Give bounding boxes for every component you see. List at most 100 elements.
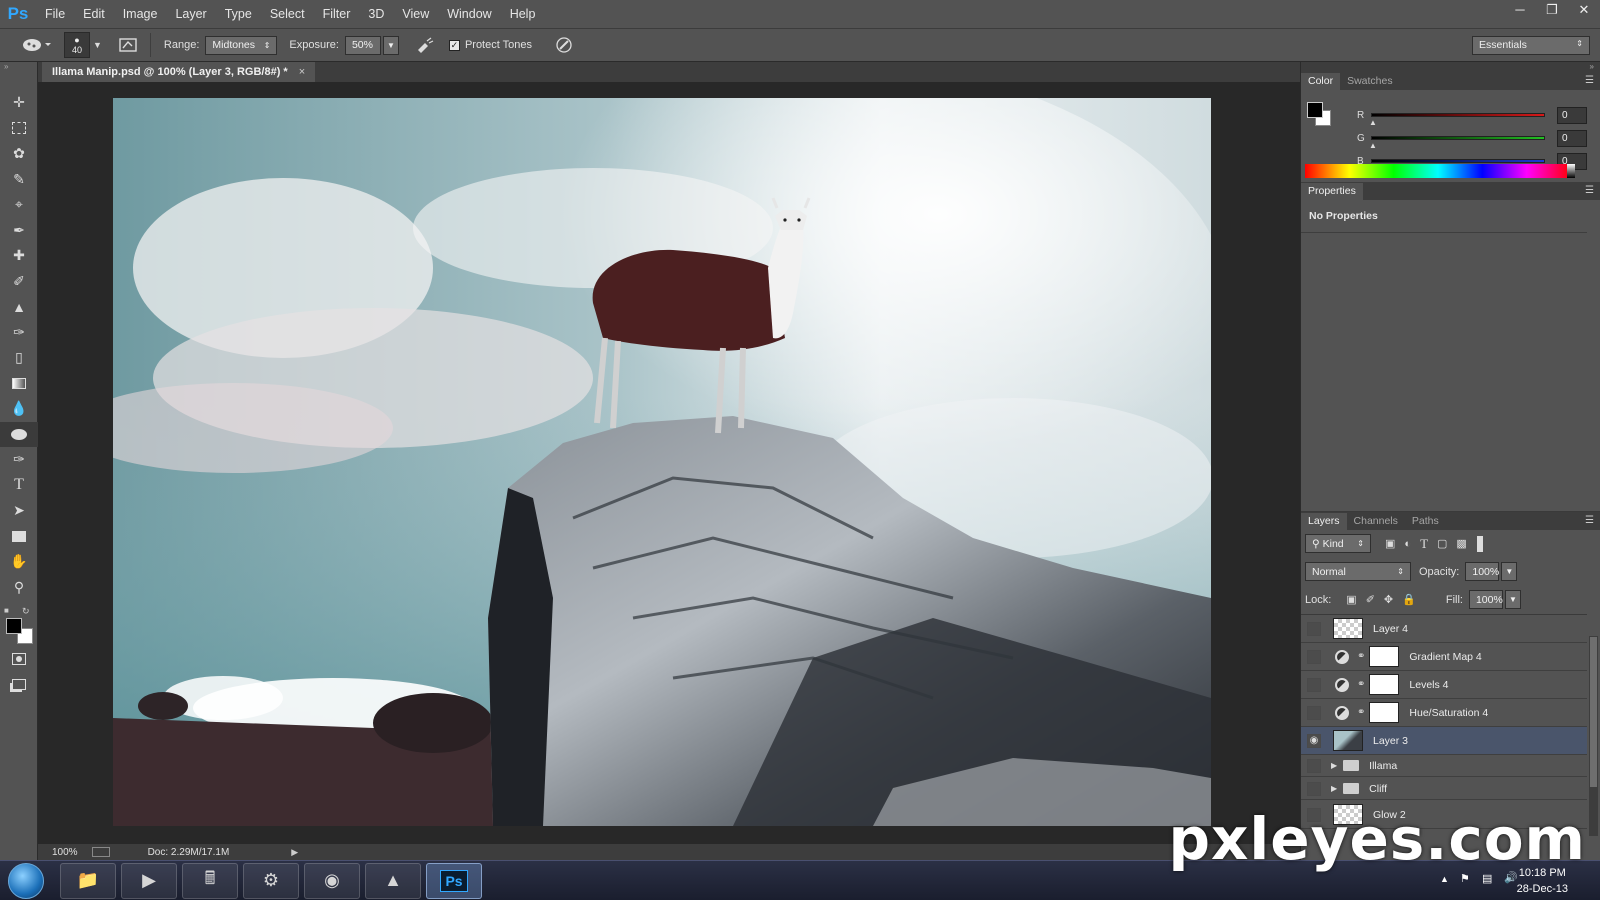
group-expand-arrow-icon[interactable]: ▶ (1331, 761, 1337, 770)
tab-paths[interactable]: Paths (1405, 513, 1446, 530)
tool-preset-picker[interactable] (16, 33, 56, 57)
blend-mode-select[interactable]: Normal ⇕ (1305, 562, 1411, 581)
color-spectrum-ramp[interactable] (1305, 164, 1571, 178)
hand-tool-icon[interactable]: ✋ (0, 549, 38, 575)
layers-scrollbar-thumb[interactable] (1590, 637, 1597, 787)
lasso-tool-icon[interactable]: ✿ (0, 141, 38, 167)
visibility-toggle[interactable]: ◉ (1307, 733, 1321, 748)
panel-menu-icon[interactable]: ☰ (1585, 75, 1594, 86)
zoom-level[interactable]: 100% (52, 847, 78, 858)
protect-tones-option[interactable]: ✓ Protect Tones (448, 39, 538, 51)
menu-image[interactable]: Image (114, 0, 167, 28)
tab-color[interactable]: Color (1301, 73, 1341, 90)
tab-channels[interactable]: Channels (1347, 513, 1405, 530)
type-tool-icon[interactable]: T (0, 473, 38, 499)
screen-mode-icon[interactable] (0, 672, 38, 698)
clone-stamp-tool-icon[interactable]: ▲ (0, 294, 38, 320)
filter-pixel-icon[interactable]: ▣ (1385, 537, 1395, 550)
menu-file[interactable]: File (36, 0, 74, 28)
black-white-ramp[interactable] (1567, 164, 1575, 178)
close-tab-icon[interactable]: × (299, 66, 305, 78)
tab-layers[interactable]: Layers (1301, 513, 1347, 530)
sponge-tool-icon[interactable] (0, 421, 38, 447)
brush-dropdown-arrow-icon[interactable]: ▼ (93, 40, 102, 50)
layers-scrollbar[interactable] (1589, 636, 1598, 836)
group-expand-arrow-icon[interactable]: ▶ (1331, 784, 1337, 793)
opacity-input[interactable]: 100% (1465, 562, 1500, 581)
menu-layer[interactable]: Layer (166, 0, 215, 28)
gradient-tool-icon[interactable] (0, 371, 38, 397)
panel-menu-icon[interactable]: ☰ (1585, 185, 1594, 196)
slider-handle-icon[interactable]: ▲ (1369, 118, 1377, 127)
fill-dropdown[interactable]: ▼ (1504, 590, 1521, 609)
layer-row[interactable]: ⚭ Levels 4 (1301, 671, 1587, 699)
network-icon[interactable]: ▤ (1482, 872, 1492, 885)
chrome-taskbar-icon[interactable]: ◉ (304, 862, 360, 899)
visibility-toggle[interactable] (1307, 621, 1321, 636)
collapse-panels-icon[interactable]: » (1301, 62, 1600, 72)
history-brush-tool-icon[interactable]: ✑ (0, 320, 38, 346)
marquee-tool-icon[interactable] (0, 116, 38, 142)
status-menu-arrow-icon[interactable]: ▶ (291, 847, 298, 858)
range-select[interactable]: Midtones ⇕ (205, 35, 278, 55)
lock-pixels-icon[interactable]: ✐ (1366, 593, 1375, 606)
filter-type-icon[interactable]: T (1420, 536, 1428, 552)
layer-row[interactable]: ▶ Illama (1301, 755, 1587, 777)
close-icon[interactable]: ✕ (1568, 0, 1600, 20)
menu-window[interactable]: Window (438, 0, 500, 28)
exposure-input[interactable]: 50% (344, 35, 381, 55)
brush-preset-picker[interactable]: ● 40 (64, 32, 90, 58)
lock-position-icon[interactable]: ✥ (1384, 593, 1393, 606)
channel-slider[interactable]: ▲ (1369, 136, 1545, 150)
airbrush-toggle[interactable] (411, 33, 439, 57)
quick-mask-icon[interactable] (0, 646, 38, 672)
restore-icon[interactable]: ❐ (1536, 0, 1568, 20)
layer-row[interactable]: ▶ Cliff (1301, 778, 1587, 800)
menu-help[interactable]: Help (501, 0, 545, 28)
lock-all-icon[interactable]: 🔒 (1402, 593, 1416, 606)
collapse-toolbar-icon[interactable]: » (0, 62, 37, 72)
tray-expand-icon[interactable]: ▲ (1440, 874, 1449, 884)
path-selection-tool-icon[interactable]: ➤ (0, 498, 38, 524)
menu-view[interactable]: View (393, 0, 438, 28)
tab-swatches[interactable]: Swatches (1340, 73, 1400, 90)
move-tool-icon[interactable]: ✛ (0, 90, 38, 116)
rectangle-tool-icon[interactable] (0, 524, 38, 550)
chain-link-icon[interactable]: ⚭ (1357, 651, 1365, 662)
document-tab[interactable]: Illama Manip.psd @ 100% (Layer 3, RGB/8#… (42, 62, 316, 82)
slider-handle-icon[interactable]: ▲ (1369, 141, 1377, 150)
minimize-icon[interactable]: ─ (1504, 0, 1536, 20)
eyedropper-tool-icon[interactable]: ✒ (0, 218, 38, 244)
exposure-dropdown[interactable]: ▼ (382, 35, 399, 55)
tab-properties[interactable]: Properties (1301, 183, 1363, 200)
filter-toggle-icon[interactable] (1476, 535, 1483, 552)
quick-selection-tool-icon[interactable]: ✎ (0, 167, 38, 193)
channel-value-input[interactable]: 0 (1557, 129, 1587, 147)
foreground-color-swatch[interactable] (6, 618, 22, 634)
photoshop-taskbar-icon[interactable]: Ps (426, 862, 482, 899)
brush-panel-toggle[interactable] (114, 33, 142, 57)
visibility-toggle[interactable] (1307, 677, 1321, 692)
eraser-tool-icon[interactable]: ▯ (0, 345, 38, 371)
zoom-tool-icon[interactable]: ⚲ (0, 575, 38, 601)
document-canvas[interactable] (113, 98, 1211, 826)
pen-tool-icon[interactable]: ✑ (0, 447, 38, 473)
menu-filter[interactable]: Filter (314, 0, 360, 28)
fill-input[interactable]: 100% (1468, 590, 1503, 609)
visibility-toggle[interactable] (1307, 649, 1321, 664)
chain-link-icon[interactable]: ⚭ (1357, 707, 1365, 718)
filter-shape-icon[interactable]: ▢ (1437, 537, 1447, 550)
explorer-taskbar-icon[interactable]: 📁 (60, 862, 116, 899)
channel-value-input[interactable]: 0 (1557, 106, 1587, 124)
channel-slider[interactable]: ▲ (1369, 113, 1545, 127)
swap-colors-icon[interactable]: ↻ (22, 606, 30, 617)
lock-transparency-icon[interactable]: ▣ (1346, 593, 1356, 606)
calculator-taskbar-icon[interactable]: 🖩 (182, 862, 238, 899)
workspace-switcher[interactable]: Essentials ⇕ (1472, 36, 1590, 55)
filter-adjustment-icon[interactable]: ◐ (1404, 538, 1411, 550)
visibility-toggle[interactable] (1307, 781, 1321, 796)
visibility-toggle[interactable] (1307, 758, 1321, 773)
panel-menu-icon[interactable]: ☰ (1585, 515, 1594, 526)
default-colors-icon[interactable]: ■ (4, 606, 9, 615)
layer-row[interactable]: ⚭ Gradient Map 4 (1301, 643, 1587, 671)
